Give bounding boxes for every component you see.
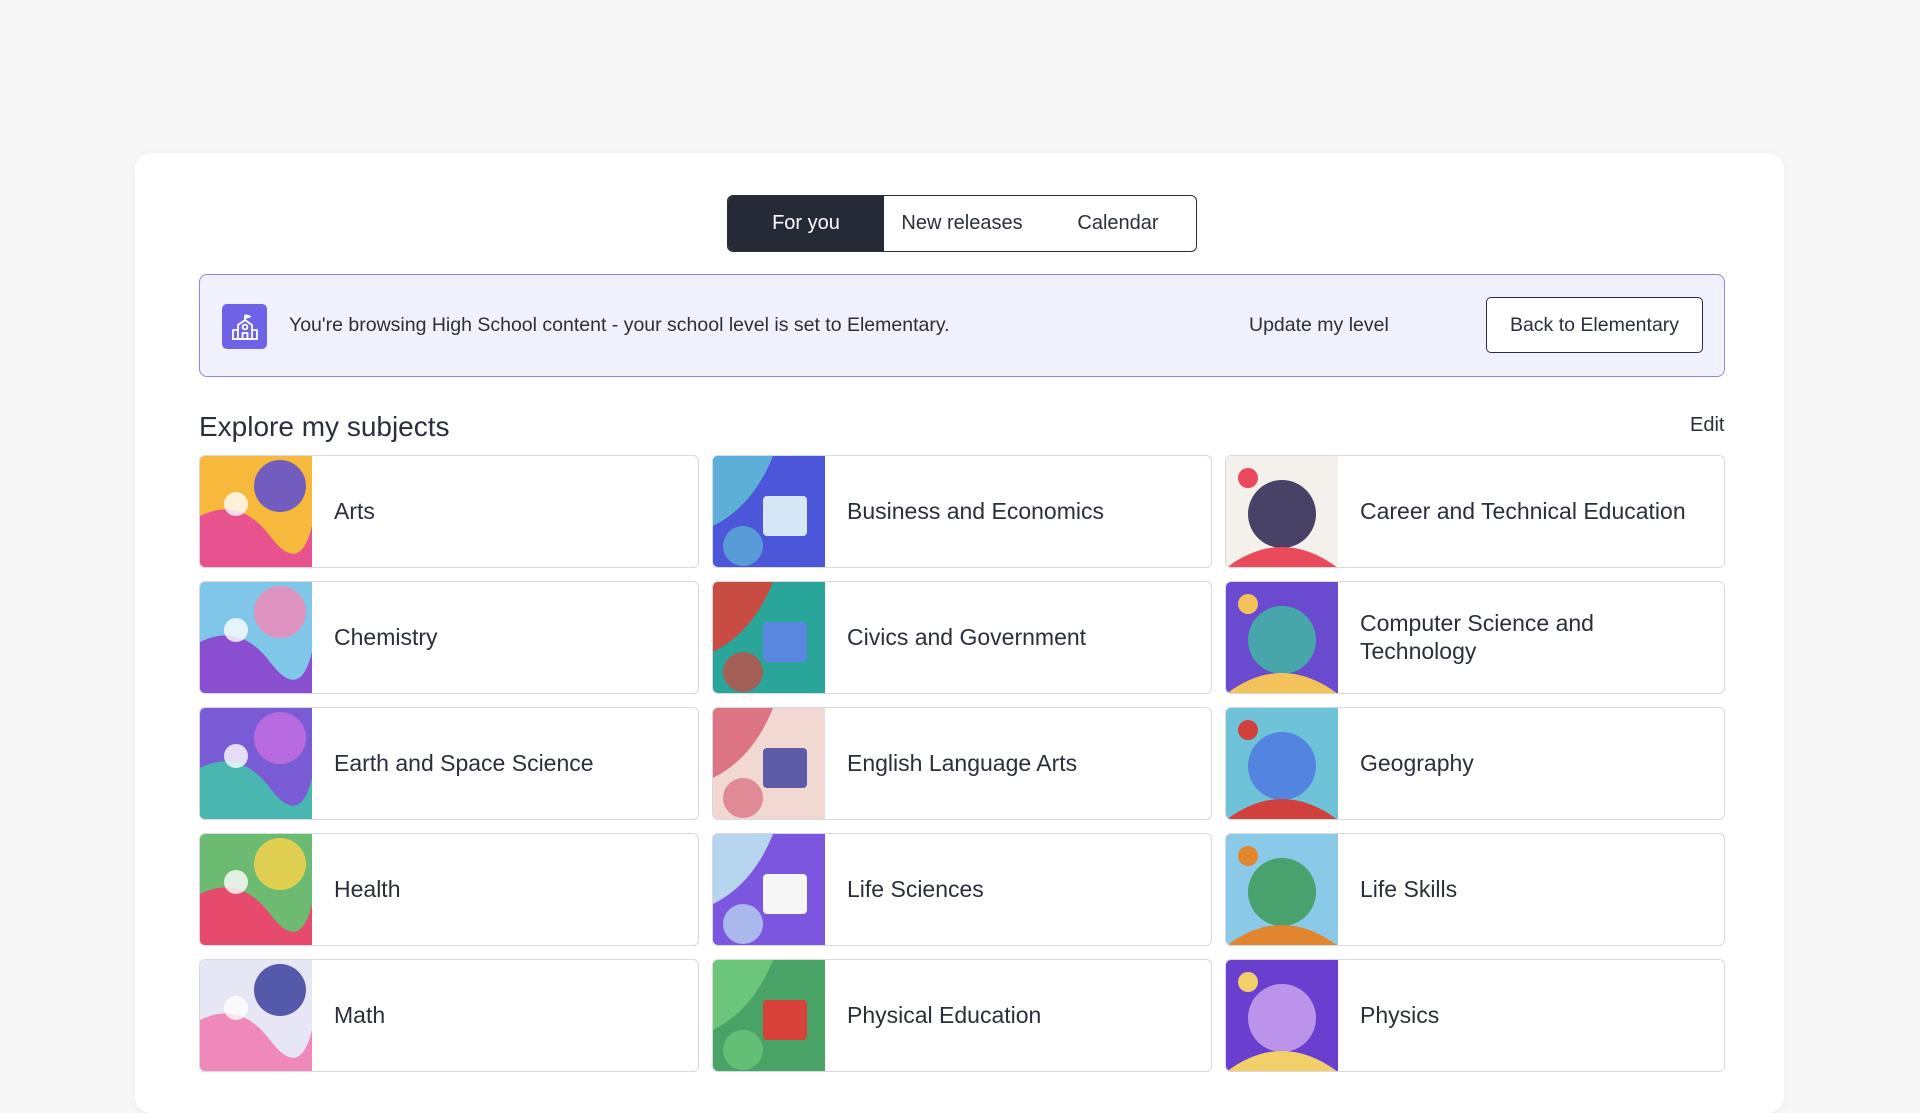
subject-card[interactable]: Geography [1225, 707, 1725, 820]
subject-thumbnail [713, 834, 825, 945]
subject-thumbnail [1226, 582, 1338, 693]
subject-label: Health [334, 875, 401, 902]
subject-illustration [713, 960, 825, 1071]
subject-illustration [713, 708, 825, 819]
view-tabs: For you New releases Calendar [727, 195, 1197, 252]
subject-card[interactable]: Physical Education [712, 959, 1212, 1072]
subject-thumbnail [713, 960, 825, 1071]
subject-label: Computer Science and Technology [1360, 609, 1594, 664]
subject-card[interactable]: Physics [1225, 959, 1725, 1072]
school-building-icon [222, 304, 267, 349]
edit-subjects-link[interactable]: Edit [1690, 414, 1724, 437]
subject-illustration [713, 834, 825, 945]
tab-calendar[interactable]: Calendar [1040, 196, 1196, 251]
subject-card[interactable]: Health [199, 833, 699, 946]
subject-card[interactable]: Business and Economics [712, 455, 1212, 568]
banner-message: You're browsing High School content - yo… [289, 314, 950, 336]
subject-thumbnail [200, 834, 312, 945]
subject-illustration [200, 582, 312, 693]
subject-label: Math [334, 1001, 386, 1028]
subject-thumbnail [200, 456, 312, 567]
subject-illustration [200, 960, 312, 1071]
update-level-link[interactable]: Update my level [1249, 275, 1389, 376]
section-title: Explore my subjects [199, 411, 450, 442]
subject-illustration [1226, 960, 1338, 1071]
subject-illustration [1226, 456, 1338, 567]
tab-for-you[interactable]: For you [728, 196, 884, 251]
tab-new-releases[interactable]: New releases [884, 196, 1040, 251]
subject-label: English Language Arts [847, 749, 1078, 776]
subject-card[interactable]: English Language Arts [712, 707, 1212, 820]
subject-illustration [1226, 582, 1338, 693]
subject-card[interactable]: Life Sciences [712, 833, 1212, 946]
subject-label: Physical Education [847, 1001, 1042, 1028]
subject-thumbnail [200, 708, 312, 819]
subject-label: Arts [334, 497, 375, 524]
subject-label: Life Sciences [847, 875, 984, 902]
subject-thumbnail [200, 582, 312, 693]
subject-thumbnail [1226, 960, 1338, 1071]
subject-thumbnail [1226, 834, 1338, 945]
subject-grid: Arts Business and Economics Career and T… [199, 455, 1725, 1072]
back-to-elementary-button[interactable]: Back to Elementary [1486, 297, 1703, 353]
subject-card[interactable]: Civics and Government [712, 581, 1212, 694]
subject-card[interactable]: Life Skills [1225, 833, 1725, 946]
subject-illustration [713, 456, 825, 567]
school-level-banner: You're browsing High School content - yo… [199, 274, 1725, 377]
subject-thumbnail [713, 456, 825, 567]
subject-card[interactable]: Career and Technical Education [1225, 455, 1725, 568]
subject-illustration [713, 582, 825, 693]
subject-label: Geography [1360, 749, 1474, 776]
subject-label: Civics and Government [847, 623, 1087, 650]
subject-card[interactable]: Computer Science and Technology [1225, 581, 1725, 694]
subject-thumbnail [1226, 708, 1338, 819]
main-card: For you New releases Calendar You're bro… [135, 153, 1784, 1113]
subject-card[interactable]: Math [199, 959, 699, 1072]
subject-illustration [200, 456, 312, 567]
subject-thumbnail [200, 960, 312, 1071]
subject-thumbnail [713, 708, 825, 819]
subject-illustration [1226, 834, 1338, 945]
subject-card[interactable]: Earth and Space Science [199, 707, 699, 820]
subject-thumbnail [1226, 456, 1338, 567]
subject-illustration [200, 708, 312, 819]
subject-card[interactable]: Chemistry [199, 581, 699, 694]
subject-label: Business and Economics [847, 497, 1104, 524]
subject-card[interactable]: Arts [199, 455, 699, 568]
subject-label: Earth and Space Science [334, 749, 594, 776]
subject-illustration [200, 834, 312, 945]
subject-label: Physics [1360, 1001, 1440, 1028]
subject-label: Career and Technical Education [1360, 497, 1686, 524]
subject-label: Life Skills [1360, 875, 1458, 902]
subject-label: Chemistry [334, 623, 438, 650]
subject-illustration [1226, 708, 1338, 819]
subject-thumbnail [713, 582, 825, 693]
